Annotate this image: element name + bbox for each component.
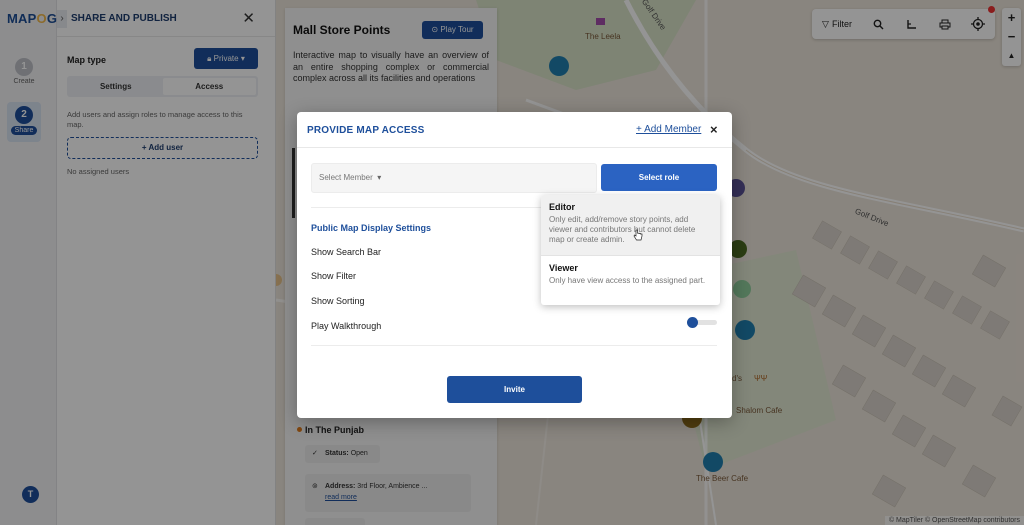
setting-show-filter: Show Filter [311, 271, 357, 281]
close-icon[interactable]: × [710, 122, 718, 137]
role-description: Only edit, add/remove story points, add … [549, 215, 696, 244]
walkthrough-toggle[interactable] [687, 317, 718, 328]
role-name: Viewer [549, 263, 578, 273]
add-member-link[interactable]: + Add Member [636, 124, 701, 135]
role-name: Editor [549, 202, 575, 212]
divider [311, 345, 717, 346]
divider [297, 147, 732, 148]
setting-show-search-bar: Show Search Bar [311, 247, 382, 257]
select-member-dropdown[interactable]: Select Member ▾ [311, 163, 597, 193]
role-option-viewer[interactable]: Viewer Only have view access to the assi… [541, 256, 720, 305]
select-role-button[interactable]: Select role [601, 164, 717, 191]
role-dropdown-menu: Editor Only edit, add/remove story point… [541, 195, 720, 305]
setting-play-walkthrough: Play Walkthrough [311, 321, 382, 331]
select-member-placeholder: Select Member [319, 173, 373, 182]
toggle-knob [687, 317, 698, 328]
invite-button[interactable]: Invite [447, 376, 582, 403]
modal-title: PROVIDE MAP ACCESS [307, 125, 425, 136]
settings-title: Public Map Display Settings [311, 223, 432, 233]
chevron-down-icon: ▾ [375, 173, 382, 182]
role-option-editor[interactable]: Editor Only edit, add/remove story point… [541, 195, 720, 255]
setting-show-sorting: Show Sorting [311, 296, 365, 306]
hand-cursor-icon [633, 229, 643, 241]
role-description: Only have view access to the assigned pa… [549, 276, 706, 285]
